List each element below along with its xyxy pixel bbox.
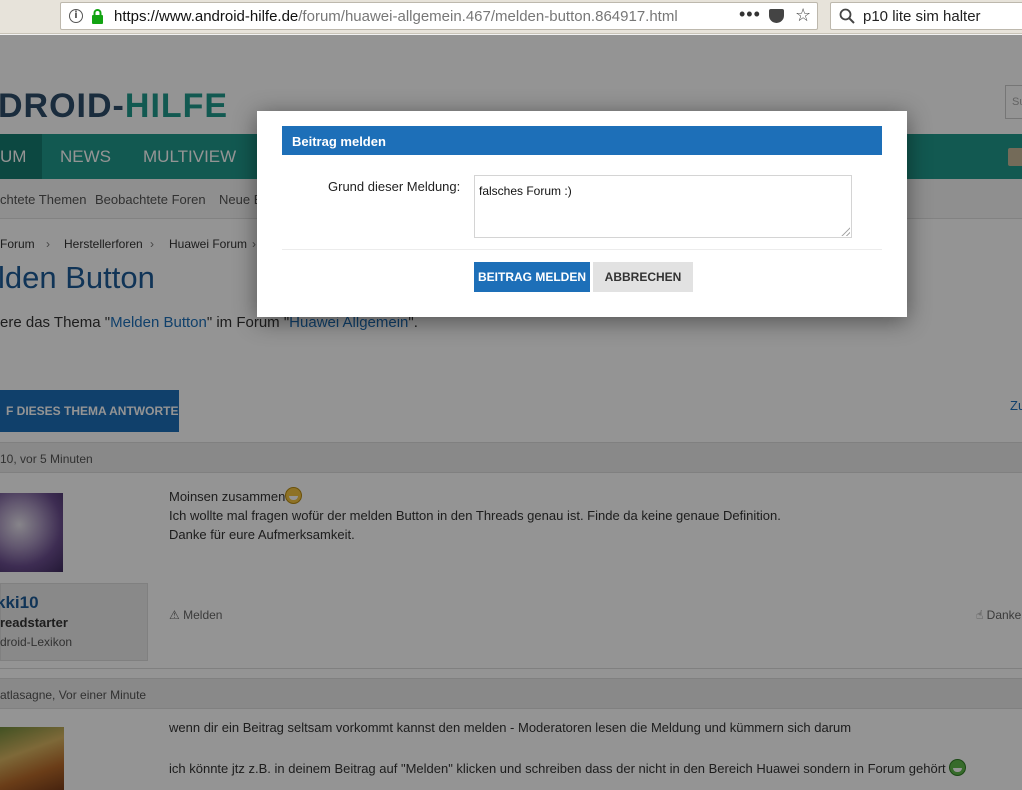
- site-info-icon[interactable]: i: [69, 9, 83, 23]
- browser-search-field[interactable]: p10 lite sim halter: [830, 2, 1022, 30]
- cancel-button[interactable]: ABBRECHEN: [593, 262, 693, 292]
- pocket-icon[interactable]: [769, 9, 784, 23]
- lock-icon: [92, 9, 103, 24]
- resize-handle-icon[interactable]: [841, 227, 850, 236]
- url-text[interactable]: https://www.android-hilfe.de/forum/huawe…: [114, 8, 678, 25]
- dialog-divider: [282, 249, 882, 250]
- page-actions-menu-icon[interactable]: •••: [739, 4, 761, 25]
- search-icon: [839, 8, 855, 24]
- reason-textarea[interactable]: falsches Forum :): [474, 175, 852, 238]
- search-query-text: p10 lite sim halter: [863, 8, 981, 25]
- dialog-title: Beitrag melden: [282, 126, 882, 155]
- reason-label: Grund dieser Meldung:: [328, 179, 461, 194]
- report-post-dialog: Beitrag melden Grund dieser Meldung: fal…: [257, 111, 907, 317]
- bookmark-star-icon[interactable]: ☆: [795, 5, 811, 26]
- submit-report-button[interactable]: BEITRAG MELDEN: [474, 262, 590, 292]
- browser-toolbar: i https://www.android-hilfe.de/forum/hua…: [0, 0, 1022, 34]
- address-bar[interactable]: i https://www.android-hilfe.de/forum/hua…: [60, 2, 818, 30]
